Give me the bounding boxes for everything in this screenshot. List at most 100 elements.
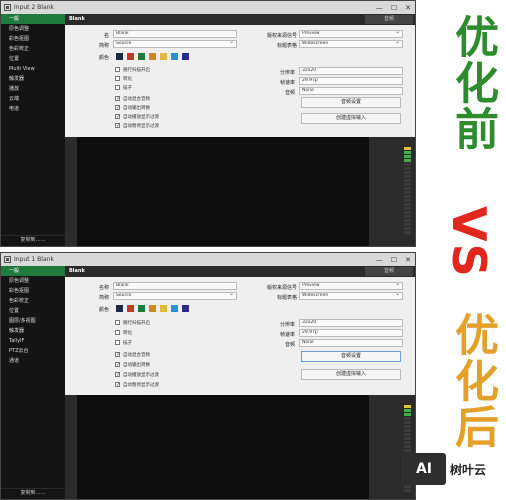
- checkbox-auto-mix-audio[interactable]: ✓: [115, 96, 120, 102]
- watermark-text: 树叶云: [450, 462, 487, 477]
- name-input[interactable]: Blank: [113, 30, 237, 38]
- checkbox-auto-play[interactable]: ✓: [115, 372, 120, 378]
- color-swatch-blue[interactable]: [171, 305, 178, 312]
- checkbox-auto-output[interactable]: ✓: [115, 362, 120, 368]
- audio-tab-button[interactable]: 音频: [365, 15, 413, 24]
- close-icon[interactable]: ✕: [405, 256, 411, 264]
- color-label: 颜色: [98, 55, 109, 61]
- short-name-label: 简称: [98, 295, 109, 301]
- sidebar-item-general[interactable]: 一般: [1, 14, 65, 24]
- watermark-logo-icon: AI: [402, 453, 446, 485]
- name-label: 名: [103, 33, 109, 39]
- checkbox-convert-label: 转化: [123, 77, 132, 82]
- sidebar-item-channel[interactable]: 电道: [1, 104, 65, 114]
- title-format-select[interactable]: Widescreen: [299, 292, 403, 300]
- checkbox-auto-pause-label: 自动暂停显示过渡: [123, 383, 159, 388]
- color-swatch-blue[interactable]: [171, 53, 178, 60]
- window-title: Input 2 Blank: [14, 4, 54, 11]
- maximize-icon[interactable]: ☐: [391, 256, 397, 264]
- audio-settings-button[interactable]: 音频设置: [301, 97, 401, 108]
- input-header: Blank 音频: [65, 14, 415, 25]
- color-swatch-yellow[interactable]: [160, 305, 167, 312]
- checkbox-auto-pause[interactable]: ✓: [115, 382, 120, 388]
- checkbox-progressive[interactable]: [115, 320, 120, 325]
- create-virtual-input-button[interactable]: 创建虚拟输入: [301, 113, 401, 124]
- copy-to-button[interactable]: 复制到……: [1, 488, 65, 497]
- sidebar-item-cloud[interactable]: 云端: [1, 94, 65, 104]
- audio-tab-button[interactable]: 音频: [365, 267, 413, 276]
- checkbox-loop[interactable]: [115, 85, 120, 90]
- checkbox-loop[interactable]: [115, 340, 120, 345]
- sidebar-item-color-correct[interactable]: 色彩校正: [1, 44, 65, 54]
- sidebar-item-general[interactable]: 一般: [1, 266, 65, 276]
- create-virtual-input-button[interactable]: 创建虚拟输入: [301, 369, 401, 380]
- sidebar-item-multiview[interactable]: Multi View: [1, 64, 65, 74]
- preview-area: [65, 137, 415, 246]
- resolution-label: 分辨率: [279, 70, 295, 76]
- color-swatch-red[interactable]: [127, 53, 134, 60]
- source-signal-select[interactable]: Preview: [299, 282, 403, 290]
- color-label: 颜色: [98, 307, 109, 313]
- checkbox-progressive-label: 随行扫描开启: [123, 68, 150, 73]
- short-name-select[interactable]: Source: [113, 40, 237, 48]
- sidebar-item-position[interactable]: 位置: [1, 54, 65, 64]
- framerate-field: 29.97p: [299, 329, 403, 337]
- color-swatch-orange[interactable]: [149, 53, 156, 60]
- color-swatch-green[interactable]: [138, 53, 145, 60]
- close-icon[interactable]: ✕: [405, 4, 411, 12]
- checkbox-auto-mix-audio[interactable]: ✓: [115, 352, 120, 358]
- checkbox-auto-play-label: 自动播放显示过渡: [123, 373, 159, 378]
- color-swatch-indigo[interactable]: [182, 53, 189, 60]
- sidebar-item-position[interactable]: 位置: [1, 306, 65, 316]
- copy-to-button[interactable]: 复制到……: [1, 235, 65, 244]
- color-swatch-red[interactable]: [127, 305, 134, 312]
- checkbox-auto-play[interactable]: ✓: [115, 114, 120, 120]
- sidebar-item-playback[interactable]: 播放: [1, 84, 65, 94]
- sidebar-item-channel[interactable]: 通道: [1, 356, 65, 366]
- checkbox-auto-pause[interactable]: ✓: [115, 123, 120, 129]
- framerate-label: 帧速率: [279, 80, 295, 86]
- sidebar-item-chroma[interactable]: 彩色抠图: [1, 34, 65, 44]
- app-icon: [4, 256, 11, 263]
- sidebar-item-triggers[interactable]: 触发器: [1, 326, 65, 336]
- short-name-select[interactable]: Source: [113, 292, 237, 300]
- audio-settings-button[interactable]: 音频设置: [301, 351, 401, 362]
- checkbox-convert[interactable]: [115, 330, 120, 335]
- general-form: 名 Blank 简称 Source 颜色 随行扫描开启 转化 描子 ✓ 自动混合…: [65, 25, 415, 137]
- color-swatch-navy[interactable]: [116, 305, 123, 312]
- maximize-icon[interactable]: ☐: [391, 4, 397, 12]
- color-swatch-green[interactable]: [138, 305, 145, 312]
- window-titlebar: Input 2 Blank — ☐ ✕: [1, 1, 415, 14]
- checkbox-auto-output-label: 自动输出转换: [123, 363, 150, 368]
- sidebar-item-ptz[interactable]: PTZ云台: [1, 346, 65, 356]
- title-format-select[interactable]: Widescreen: [299, 40, 403, 48]
- color-swatch-navy[interactable]: [116, 53, 123, 60]
- preview-canvas: [77, 137, 369, 246]
- color-swatch-orange[interactable]: [149, 305, 156, 312]
- sidebar-item-triggers[interactable]: 触发器: [1, 74, 65, 84]
- checkbox-convert[interactable]: [115, 76, 120, 81]
- source-signal-label: 版权来源信号: [266, 285, 297, 291]
- source-signal-label: 版权来源信号: [266, 33, 297, 39]
- sidebar-item-layers[interactable]: 图层/多视图: [1, 316, 65, 326]
- checkbox-auto-output[interactable]: ✓: [115, 105, 120, 111]
- minimize-icon[interactable]: —: [376, 256, 383, 264]
- checkbox-progressive[interactable]: [115, 67, 120, 72]
- label-after: 优化后: [447, 312, 498, 450]
- sidebar-item-color-adjust[interactable]: 原色调整: [1, 24, 65, 34]
- framerate-label: 帧速率: [279, 332, 295, 338]
- preview-area: [65, 395, 415, 499]
- sidebar-item-tally[interactable]: TallyIF: [1, 336, 65, 346]
- color-swatch-indigo[interactable]: [182, 305, 189, 312]
- sidebar-item-color-adjust[interactable]: 原色调整: [1, 276, 65, 286]
- checkbox-auto-play-label: 自动播放显示过渡: [123, 115, 159, 120]
- minimize-icon[interactable]: —: [376, 4, 383, 12]
- preview-canvas: [77, 395, 369, 499]
- title-format-label: 标题表格: [276, 43, 297, 49]
- window-title: Input 1 Blank: [14, 256, 54, 263]
- sidebar-item-color-correct[interactable]: 色彩校正: [1, 296, 65, 306]
- source-signal-select[interactable]: Preview: [299, 30, 403, 38]
- sidebar-item-chroma[interactable]: 彩色抠图: [1, 286, 65, 296]
- color-swatch-yellow[interactable]: [160, 53, 167, 60]
- name-input[interactable]: Blank: [113, 282, 237, 290]
